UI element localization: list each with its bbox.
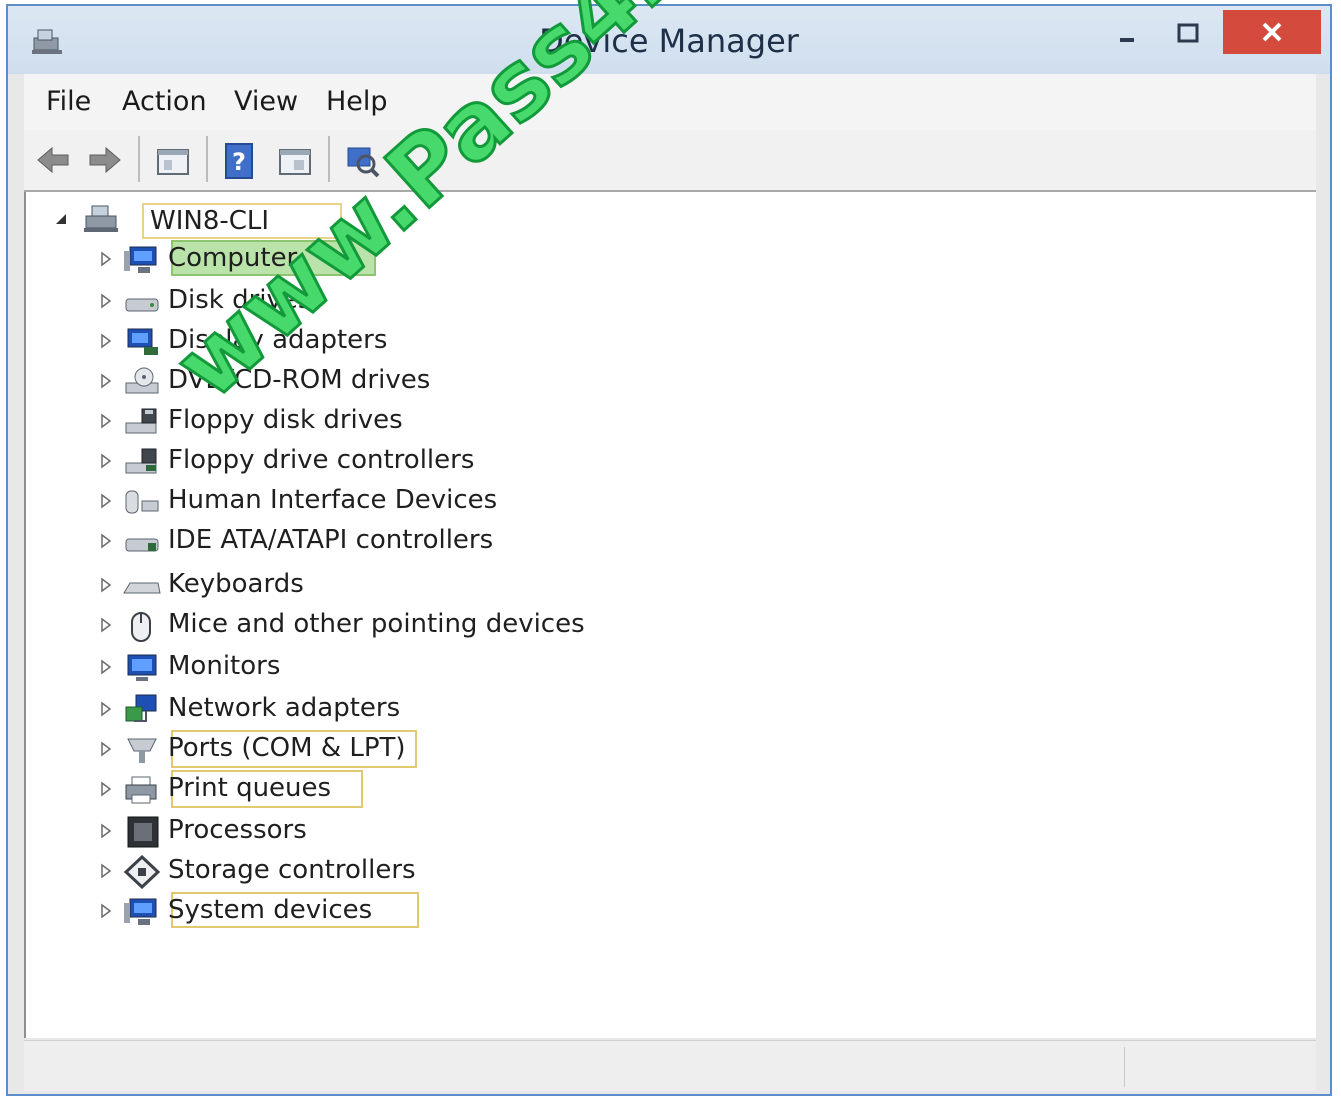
tree-node-label: DVD/CD-ROM drives [168,365,431,395]
minimize-button[interactable] [1108,10,1148,54]
printer-icon [125,776,157,804]
computer-icon [124,246,157,273]
status-bar [24,1040,1316,1091]
tree-node-label: Floppy drive controllers [168,445,475,475]
port-icon [127,738,157,763]
expand-arrow-icon[interactable] [98,532,114,550]
title-bar[interactable]: Device Manager [8,6,1330,74]
mouse-icon [131,612,151,642]
tree-node-label: Monitors [168,651,281,681]
expand-arrow-icon[interactable] [98,658,114,676]
expand-arrow-icon[interactable] [98,492,114,510]
update-driver-icon[interactable] [274,138,314,182]
svg-text:?: ? [232,148,246,176]
floppy-disk-icon [125,408,157,434]
expand-arrow-icon[interactable] [98,452,114,470]
expand-arrow-icon[interactable] [98,616,114,634]
forward-arrow-icon[interactable] [84,138,124,182]
toolbar-separator [206,136,208,182]
network-adapter-icon [125,694,157,722]
menu-help[interactable]: Help [326,86,388,117]
hid-icon [125,490,159,514]
floppy-controller-icon [125,448,157,474]
expand-arrow-icon[interactable] [98,822,114,840]
expand-arrow-icon[interactable] [98,412,114,430]
expand-arrow-icon[interactable] [98,780,114,798]
tree-node-label: Human Interface Devices [168,485,498,515]
tree-node-label: Network adapters [168,693,401,723]
tree-node-label: Floppy disk drives [168,405,403,435]
menu-file[interactable]: File [46,86,91,117]
tree-node-label: IDE ATA/ATAPI controllers [168,525,494,555]
tree-node-label: Mice and other pointing devices [168,609,585,639]
tree-node-label: System devices [168,895,373,925]
device-manager-window: Device Manager File Action View Help ? W… [6,4,1332,1096]
dvd-drive-icon [125,367,159,394]
scan-hardware-icon[interactable] [342,138,382,182]
expand-arrow-icon[interactable] [98,740,114,758]
expand-arrow-icon[interactable] [98,372,114,390]
device-tree[interactable]: WIN8-CLI Computer Disk drives Display ad… [24,192,1316,1038]
expand-arrow-icon[interactable] [98,902,114,920]
close-button[interactable] [1223,10,1321,54]
menu-bar: File Action View Help [24,74,1316,131]
display-adapter-icon [127,328,158,355]
expand-arrow-icon[interactable] [98,250,114,268]
computer-root-icon [84,205,118,232]
tree-node-label: Display adapters [168,325,388,355]
disk-drive-icon [125,298,159,312]
tree-node-label: Print queues [168,773,332,803]
tree-node-label: Ports (COM & LPT) [168,733,406,763]
storage-controller-icon [123,855,161,889]
processor-icon [127,816,159,848]
expand-arrow-icon[interactable] [98,332,114,350]
help-icon[interactable]: ? [220,138,260,182]
keyboard-icon [123,582,161,594]
ide-controller-icon [125,538,159,552]
properties-icon[interactable] [152,138,192,182]
status-divider [1124,1047,1125,1087]
monitor-icon [127,654,157,681]
menu-action[interactable]: Action [122,86,207,117]
expand-arrow-icon[interactable] [98,862,114,880]
collapse-arrow-icon[interactable] [54,212,68,226]
toolbar-separator [138,136,140,182]
expand-arrow-icon[interactable] [98,292,114,310]
back-arrow-icon[interactable] [34,138,74,182]
expand-arrow-icon[interactable] [98,576,114,594]
tree-root-label[interactable]: WIN8-CLI [142,203,342,239]
maximize-button[interactable] [1168,10,1208,54]
system-device-icon [124,898,157,925]
tree-node-label: Storage controllers [168,855,416,885]
menu-view[interactable]: View [234,86,298,117]
tree-node-label: Processors [168,815,307,845]
toolbar: ? [24,130,1316,192]
toolbar-separator [328,136,330,182]
tree-node-label: Keyboards [168,569,304,599]
expand-arrow-icon[interactable] [98,700,114,718]
tree-node-label: Disk drives [168,285,312,315]
tree-node-label: Computer [168,243,298,273]
